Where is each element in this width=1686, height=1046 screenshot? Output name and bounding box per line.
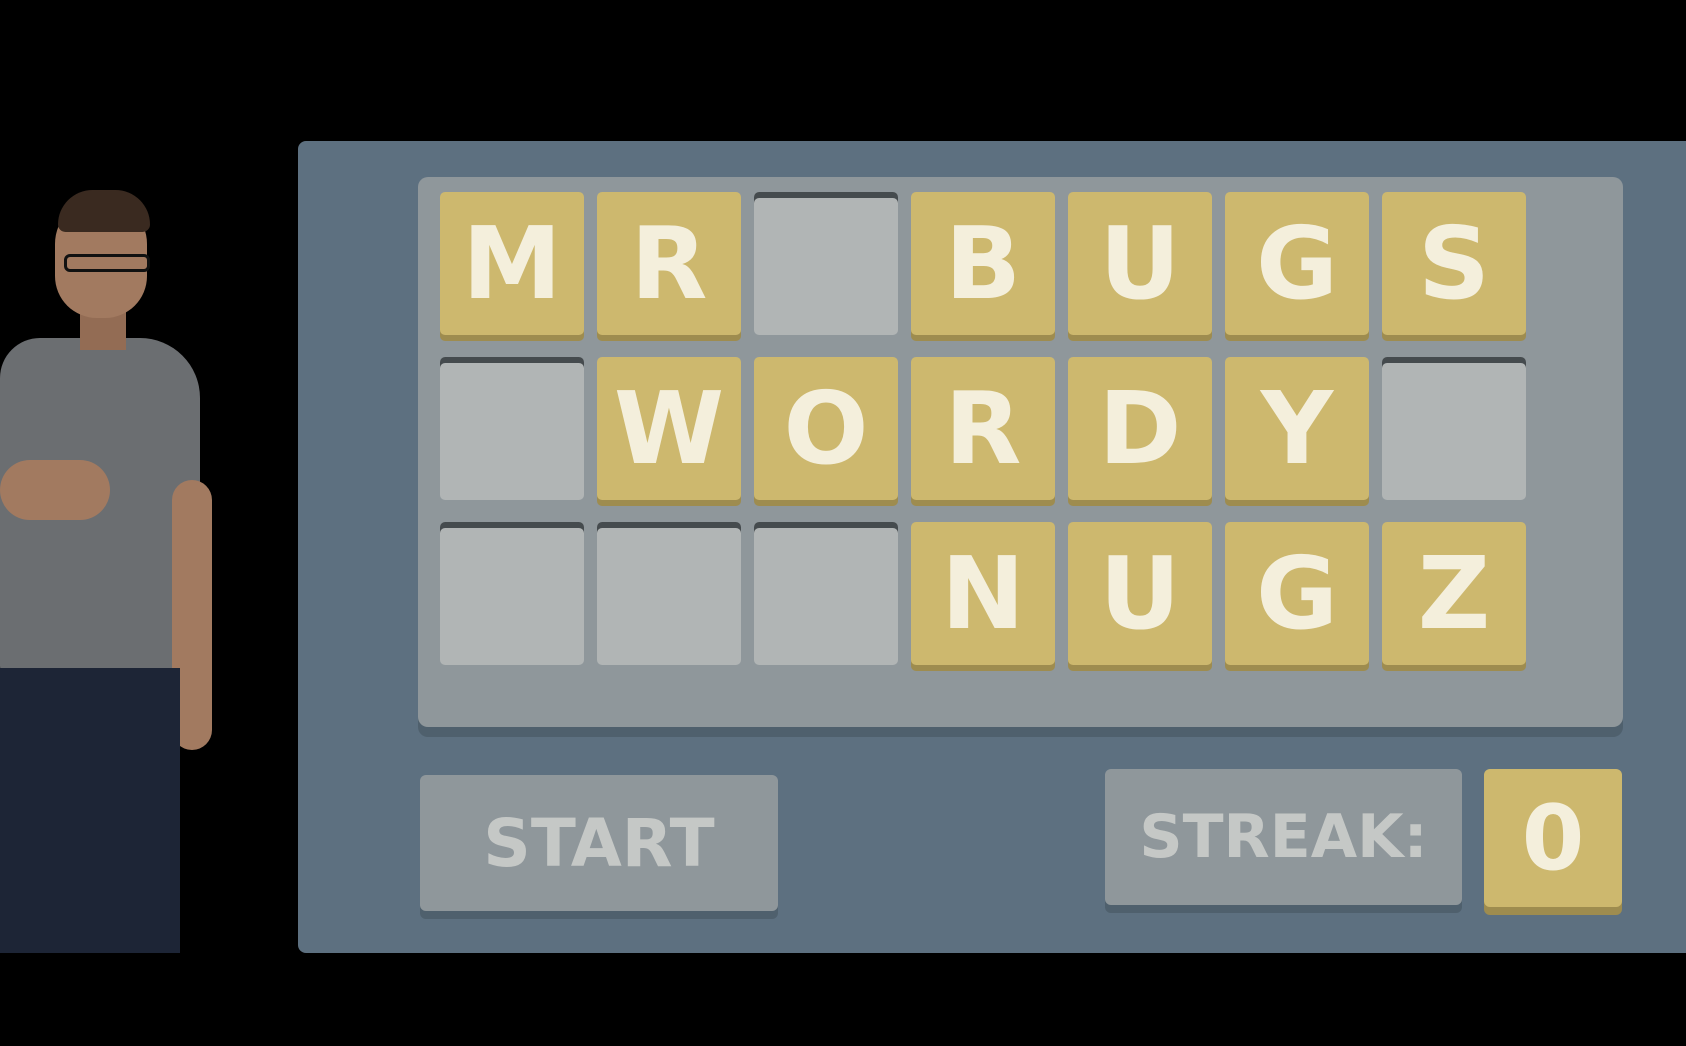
presenter-jeans <box>0 668 180 953</box>
letter-tile: R <box>597 192 741 335</box>
letter-tile: O <box>754 357 898 500</box>
empty-tile <box>754 522 898 665</box>
empty-tile <box>440 357 584 500</box>
letter-tile: G <box>1225 192 1369 335</box>
letter-tile: G <box>1225 522 1369 665</box>
empty-tile <box>1382 357 1526 500</box>
letter-tile: W <box>597 357 741 500</box>
letter-tile: U <box>1068 192 1212 335</box>
presenter-figure <box>0 190 240 953</box>
letter-tile: Z <box>1382 522 1526 665</box>
start-button[interactable]: START <box>420 775 778 911</box>
empty-tile <box>597 522 741 665</box>
empty-tile <box>440 522 584 665</box>
presenter-glasses <box>64 254 150 272</box>
streak-value: 0 <box>1484 769 1622 907</box>
letter-tile: N <box>911 522 1055 665</box>
letter-tile: S <box>1382 192 1526 335</box>
empty-tile <box>754 192 898 335</box>
letter-tile: M <box>440 192 584 335</box>
letter-tile: R <box>911 357 1055 500</box>
word-board: MRBUGSWORDYNUGZ <box>418 177 1623 727</box>
letter-tile: D <box>1068 357 1212 500</box>
game-panel: MRBUGSWORDYNUGZ START STREAK: 0 <box>298 141 1686 953</box>
letter-tile: U <box>1068 522 1212 665</box>
presenter-left-arm <box>0 460 110 520</box>
presenter-hair <box>58 190 150 232</box>
letter-tile: Y <box>1225 357 1369 500</box>
streak-label: STREAK: <box>1105 769 1462 905</box>
letter-tile: B <box>911 192 1055 335</box>
